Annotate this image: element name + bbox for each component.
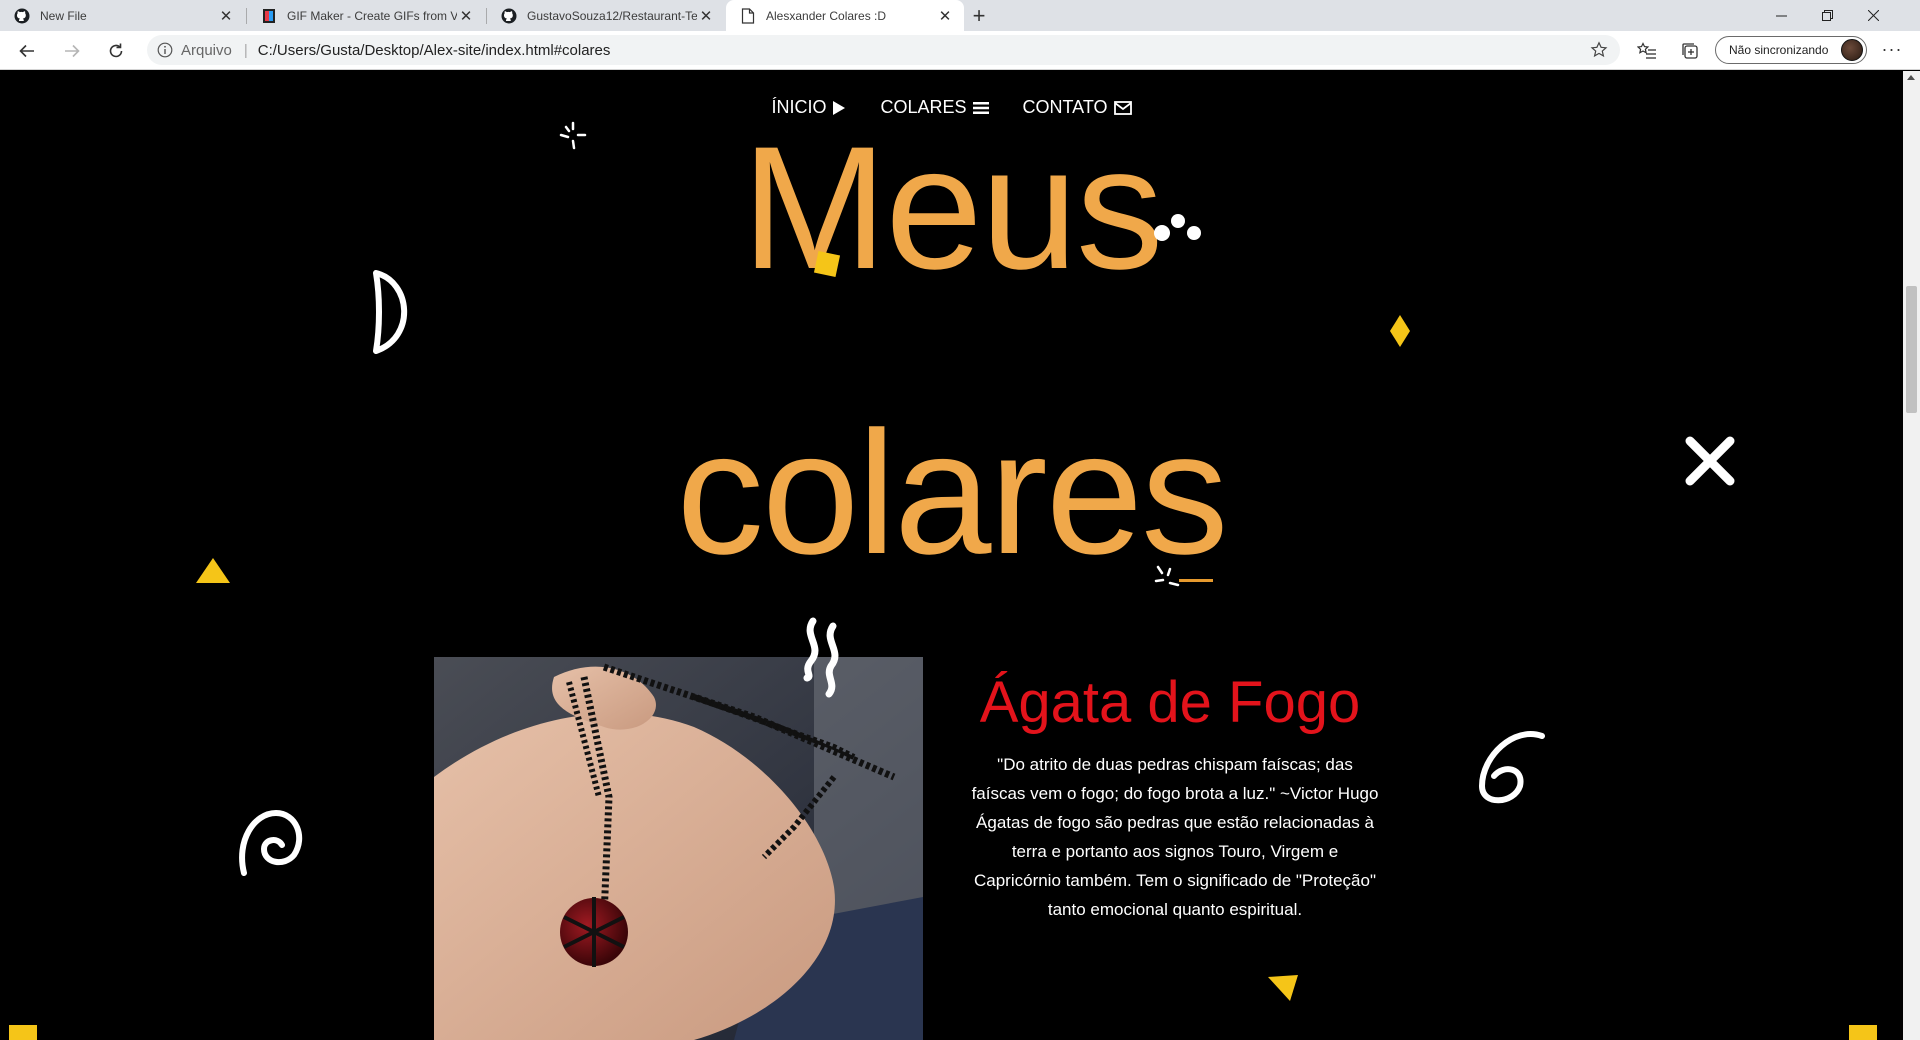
tab-alesxander-colares[interactable]: Alesxander Colares :D ✕ [726,0,964,31]
gif-maker-icon [261,8,277,24]
favorite-star-icon[interactable] [1590,41,1608,59]
tab-title: Alesxander Colares :D [766,8,887,23]
scheme-label: Arquivo [181,41,232,59]
url-text[interactable]: C:/Users/Gusta/Desktop/Alex-site/index.h… [258,42,611,59]
close-tab-icon[interactable]: ✕ [936,7,954,25]
github-icon [501,8,517,24]
profile-sync-button[interactable]: Não sincronizando [1715,36,1867,64]
yellow-diamond-shape [1390,315,1410,347]
white-squiggle-shape [803,617,839,698]
restore-icon[interactable] [1804,0,1850,31]
product-description: "Do atrito de duas pedras chispam faísca… [971,755,1379,919]
yellow-square-shape [9,1025,37,1040]
favorites-list-icon[interactable] [1636,41,1657,61]
white-dots-shape [1154,214,1201,241]
page-icon [740,7,756,24]
tab-title: GIF Maker - Create GIFs from Vid [287,8,457,23]
tab-strip: New File ✕ GIF Maker - Create GIFs from … [0,0,1920,31]
scrollbar-thumb[interactable] [1906,286,1917,413]
scroll-up-icon[interactable] [1907,75,1915,80]
white-spiral-shape [239,809,303,876]
close-tab-icon[interactable]: ✕ [457,7,475,25]
white-half-moon-shape [373,270,408,354]
tab-title: New File [40,8,87,23]
hero-title-line-1: Meus [741,111,1164,306]
product-title: Ágata de Fogo [979,670,1361,735]
close-tab-icon[interactable]: ✕ [217,7,235,25]
browser-toolbar: Arquivo | C:/Users/Gusta/Desktop/Alex-si… [0,31,1920,70]
yellow-square-shape [1849,1025,1877,1040]
github-icon [14,8,30,24]
collections-icon[interactable] [1680,41,1700,61]
page-scrollbar[interactable] [1903,71,1920,1040]
address-bar[interactable]: Arquivo | C:/Users/Gusta/Desktop/Alex-si… [147,35,1620,65]
yellow-triangle-shape [1268,975,1298,1001]
white-curl-shape [1478,731,1545,804]
close-window-icon[interactable] [1850,0,1896,31]
tab-restaurant-repo[interactable]: GustavoSouza12/Restaurant-Tem ✕ [487,0,725,31]
white-x-shape [1685,436,1735,486]
avatar [1841,39,1863,61]
refresh-icon[interactable] [102,37,130,65]
new-tab-button[interactable]: + [967,3,991,28]
tab-gif-maker[interactable]: GIF Maker - Create GIFs from Vid ✕ [247,0,485,31]
page-viewport: ÍNICIO COLARES CONTATO Meus colares Ágat… [0,71,1903,1040]
tab-title: GustavoSouza12/Restaurant-Tem [527,8,697,23]
sparkle-icon [559,121,587,150]
minimize-icon[interactable] [1758,0,1804,31]
yellow-square-shape [813,250,841,278]
tab-new-file[interactable]: New File ✕ [0,0,245,31]
info-icon[interactable] [157,42,173,58]
sparkle-icon [1154,565,1180,587]
address-separator: | [243,41,248,59]
sync-status-label: Não sincronizando [1729,43,1829,57]
hero-title-line-2: colares [676,396,1228,591]
more-options-icon[interactable]: ··· [1880,39,1904,61]
yellow-triangle-shape [196,558,230,583]
back-icon[interactable] [13,37,41,65]
forward-icon[interactable] [58,37,86,65]
product-photo [434,657,923,1040]
close-tab-icon[interactable]: ✕ [697,7,715,25]
